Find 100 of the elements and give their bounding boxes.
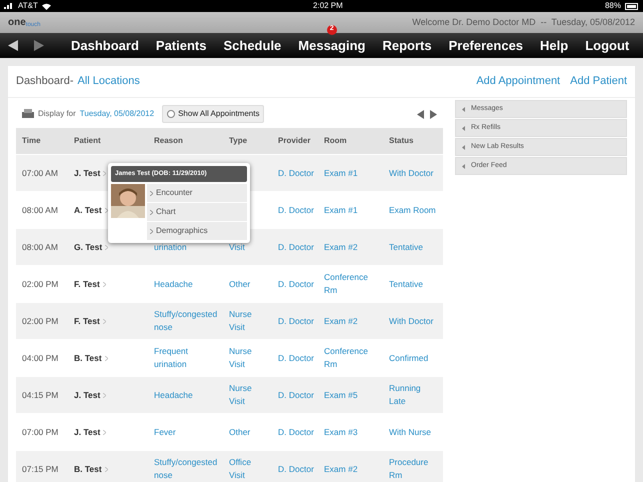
- nav-item[interactable]: Dashboard: [71, 38, 139, 52]
- popup-menu-item[interactable]: Chart: [156, 206, 176, 218]
- signal-icon: [4, 3, 14, 9]
- table-cell[interactable]: Tentative: [389, 278, 424, 290]
- chevron-icon: [103, 392, 106, 398]
- chevron-icon: [104, 466, 108, 472]
- table-cell[interactable]: With Nurse: [389, 426, 432, 438]
- table-cell[interactable]: D. Doctor: [278, 278, 314, 290]
- action-link[interactable]: Add Patient: [570, 73, 627, 90]
- table-cell[interactable]: Confirmed: [389, 352, 428, 364]
- chevron-icon: [102, 318, 106, 324]
- table-cell[interactable]: Exam Room: [389, 204, 436, 216]
- column-header: Reason: [154, 135, 183, 147]
- chevron-icon: [102, 282, 106, 286]
- table-cell[interactable]: D. Doctor: [278, 352, 314, 364]
- table-cell[interactable]: Running Late: [389, 382, 439, 408]
- table-cell: 07:15 PM: [22, 462, 58, 476]
- patient-link[interactable]: F. Test: [74, 278, 100, 290]
- table-cell: 08:00 AM: [22, 204, 58, 216]
- back-arrow-icon[interactable]: [8, 40, 18, 51]
- table-cell[interactable]: Headache: [154, 388, 193, 402]
- table-cell[interactable]: Frequent urination: [154, 345, 221, 371]
- column-header: Room: [324, 135, 347, 147]
- patient-link[interactable]: F. Test: [74, 314, 100, 328]
- patient-link[interactable]: B. Test: [74, 352, 102, 364]
- table-cell: 07:00 PM: [22, 426, 58, 438]
- display-label: Display for: [38, 108, 76, 120]
- table-cell[interactable]: Stuffy/congested nose: [154, 308, 221, 334]
- table-cell[interactable]: Exam #5: [324, 388, 358, 402]
- table-cell[interactable]: Nurse Visit: [229, 345, 263, 371]
- table-cell[interactable]: With Doctor: [389, 166, 434, 180]
- table-cell[interactable]: D. Doctor: [278, 204, 314, 216]
- nav-item[interactable]: Reports: [382, 38, 432, 52]
- printer-icon[interactable]: [22, 109, 34, 119]
- nav-item[interactable]: Logout: [585, 38, 630, 52]
- nav-item[interactable]: Preferences: [448, 38, 524, 52]
- table-cell[interactable]: Other: [229, 426, 250, 438]
- table-cell[interactable]: Nurse Visit: [229, 308, 263, 334]
- caret-icon: [462, 164, 465, 168]
- patient-link[interactable]: J. Test: [74, 166, 100, 180]
- column-header: Type: [229, 135, 248, 147]
- patient-link[interactable]: J. Test: [74, 388, 100, 402]
- table-cell: 04:00 PM: [22, 352, 58, 364]
- patient-link[interactable]: A. Test: [74, 204, 102, 216]
- table-cell[interactable]: Nurse Visit: [229, 382, 263, 408]
- show-all-toggle[interactable]: Show All Appointments: [162, 105, 264, 123]
- table-cell[interactable]: D. Doctor: [278, 240, 314, 254]
- patient-link[interactable]: B. Test: [74, 462, 102, 476]
- table-cell[interactable]: D. Doctor: [278, 388, 314, 402]
- table-cell[interactable]: D. Doctor: [278, 314, 314, 328]
- table-cell[interactable]: Conference Rm: [324, 345, 378, 371]
- table-cell[interactable]: D. Doctor: [278, 462, 314, 476]
- nav-item[interactable]: Patients: [156, 38, 206, 52]
- action-link[interactable]: Add Appointment: [476, 73, 560, 90]
- date-link[interactable]: Tuesday, 05/08/2012: [80, 108, 154, 120]
- carrier-text: AT&T: [18, 0, 38, 12]
- chevron-icon: [104, 208, 108, 212]
- table-cell[interactable]: Fever: [154, 426, 176, 438]
- chevron-icon: [103, 430, 106, 434]
- table-cell[interactable]: Exam #1: [324, 204, 358, 216]
- next-icon[interactable]: [430, 110, 437, 118]
- table-cell[interactable]: Headache: [154, 278, 193, 290]
- table-cell[interactable]: Exam #1: [324, 166, 358, 180]
- locations-link[interactable]: All Locations: [77, 73, 140, 90]
- table-cell: 08:00 AM: [22, 240, 58, 254]
- table-cell[interactable]: With Doctor: [389, 314, 434, 328]
- table-cell[interactable]: Procedure Rm: [389, 456, 439, 482]
- table-cell[interactable]: Other: [229, 278, 250, 290]
- table-cell: 02:00 PM: [22, 314, 58, 328]
- table-cell[interactable]: D. Doctor: [278, 166, 314, 180]
- table-cell[interactable]: Exam #2: [324, 240, 358, 254]
- table-cell[interactable]: Exam #2: [324, 314, 358, 328]
- patient-link[interactable]: J. Test: [74, 426, 100, 438]
- table-cell[interactable]: D. Doctor: [278, 426, 314, 438]
- table-cell[interactable]: Exam #3: [324, 426, 358, 438]
- table-cell[interactable]: Conference Rm: [324, 271, 378, 297]
- table-cell[interactable]: Exam #2: [324, 462, 358, 476]
- battery-icon: [624, 2, 639, 10]
- chevron-icon: [150, 228, 153, 234]
- forward-arrow-icon[interactable]: [34, 40, 44, 51]
- table-cell[interactable]: Tentative: [389, 240, 424, 254]
- previous-icon[interactable]: [417, 110, 424, 118]
- column-header: Patient: [74, 135, 101, 147]
- page-title: Dashboard-: [16, 74, 74, 90]
- column-header: Time: [22, 135, 41, 147]
- table-cell[interactable]: Office Visit: [229, 456, 263, 482]
- clock-text: 2:02 PM: [313, 0, 343, 12]
- nav-item[interactable]: Help: [540, 38, 568, 52]
- table-cell[interactable]: Visit: [229, 240, 245, 254]
- column-header: Status: [389, 135, 414, 147]
- chevron-icon: [150, 210, 153, 214]
- welcome-text: Welcome Dr. Demo Doctor MD -- Tuesday, 05/08/2012: [412, 16, 635, 29]
- table-cell: 02:00 PM: [22, 278, 58, 290]
- caret-icon: [462, 144, 465, 150]
- table-cell[interactable]: Stuffy/congested nose: [154, 456, 221, 482]
- nav-item[interactable]: Schedule: [223, 38, 282, 52]
- caret-icon: [462, 106, 465, 112]
- nav-item[interactable]: Messaging: [298, 38, 366, 52]
- patient-link[interactable]: G. Test: [74, 240, 102, 254]
- table-cell[interactable]: urination: [154, 240, 187, 254]
